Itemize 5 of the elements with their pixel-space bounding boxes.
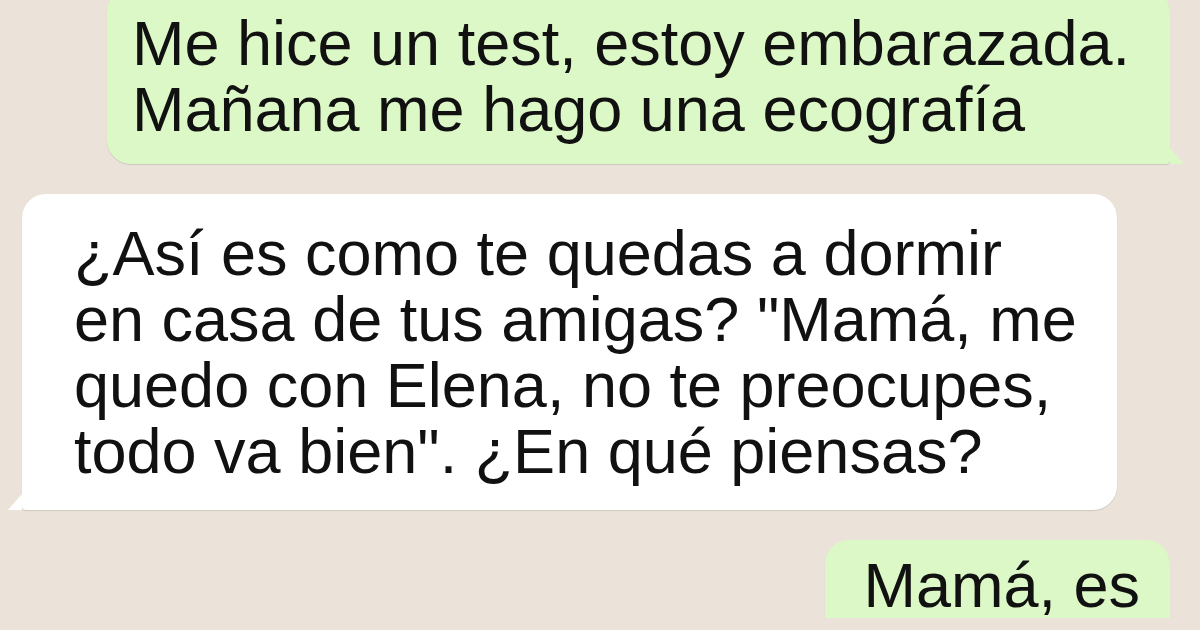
- message-bubble: Me hice un test, estoy embarazada. Mañana me hago una ecografía: [106, 0, 1170, 164]
- bubble-tail-icon: [1170, 148, 1184, 164]
- message-bubble: ¿Así es como te quedas a dormir en casa de tus amigas? "Mamá, me quedo con Elena, no te preocupes, todo va bien". ¿En qué piensas?: [22, 194, 1117, 510]
- message-bubble: Mamá, es: [825, 540, 1170, 618]
- bubble-tail-icon: [8, 494, 22, 510]
